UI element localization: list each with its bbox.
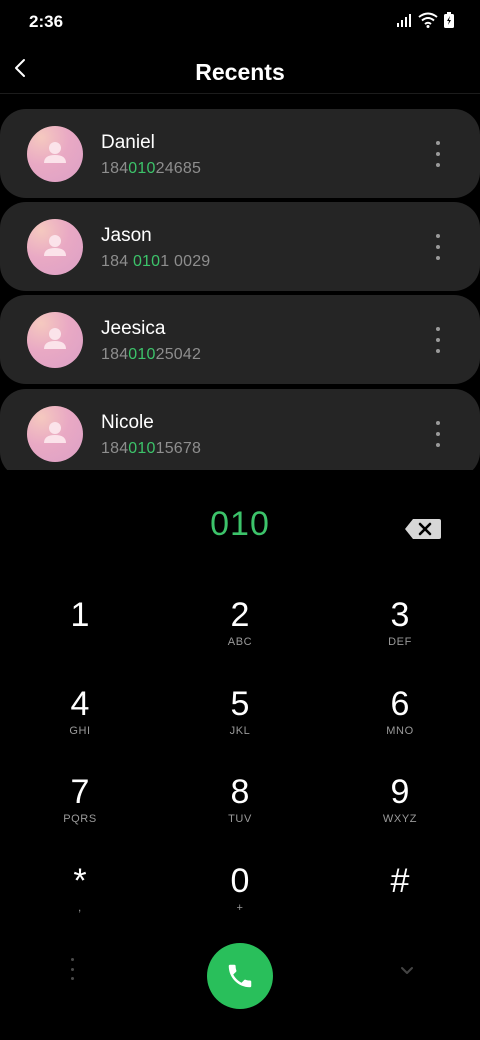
backspace-icon: [405, 519, 441, 539]
key-hash[interactable]: #: [340, 841, 460, 921]
key-1[interactable]: 1: [20, 575, 140, 655]
key-9[interactable]: 9 WXYZ: [340, 752, 460, 832]
chevron-down-icon: [401, 967, 413, 974]
contact-number: 18401025042: [101, 346, 202, 363]
key-8[interactable]: 8 TUV: [180, 752, 300, 832]
key-6[interactable]: 6 MNO: [340, 664, 460, 744]
more-options-button[interactable]: [62, 958, 82, 980]
person-icon: [44, 328, 66, 349]
signal-icon: [397, 14, 411, 27]
more-options-button[interactable]: [426, 141, 450, 167]
key-4[interactable]: 4 GHI: [20, 664, 140, 744]
key-7[interactable]: 7 PQRS: [20, 752, 140, 832]
more-vert-icon: [436, 327, 440, 331]
contact-name: Jason: [101, 225, 152, 246]
more-vert-icon: [70, 958, 74, 961]
contact-number: 184 0101 0029: [101, 253, 211, 270]
header: Recents: [0, 44, 480, 94]
contact-row[interactable]: Nicole 18401015678: [0, 389, 480, 470]
contact-name: Jeesica: [101, 318, 166, 339]
recents-list[interactable]: Daniel 18401024685 Jason 184 0101 0029 J…: [0, 109, 480, 470]
phone-icon: [228, 964, 252, 988]
avatar: [27, 312, 83, 368]
status-icons: [396, 12, 454, 28]
collapse-keypad-button[interactable]: [396, 962, 418, 978]
backspace-button[interactable]: [403, 517, 443, 541]
contact-name: Nicole: [101, 412, 154, 433]
more-vert-icon: [436, 421, 440, 425]
avatar: [27, 219, 83, 275]
status-bar: 2:36: [0, 0, 480, 44]
more-vert-icon: [436, 234, 440, 238]
key-star[interactable]: *,: [20, 841, 140, 921]
more-options-button[interactable]: [426, 421, 450, 447]
key-5[interactable]: 5 JKL: [180, 664, 300, 744]
key-0[interactable]: 0 +: [180, 841, 300, 921]
person-icon: [44, 235, 66, 256]
contact-number: 18401024685: [101, 160, 202, 177]
status-time: 2:36: [29, 12, 64, 31]
contact-name: Daniel: [101, 132, 155, 153]
more-options-button[interactable]: [426, 234, 450, 260]
more-vert-icon: [436, 141, 440, 145]
person-icon: [44, 142, 66, 163]
contact-row[interactable]: Jason 184 0101 0029: [0, 202, 480, 291]
avatar: [27, 406, 83, 462]
contact-row[interactable]: Jeesica 18401025042: [0, 295, 480, 384]
battery-icon: [444, 12, 454, 28]
page-title: Recents: [195, 59, 285, 85]
call-button[interactable]: [207, 943, 273, 1009]
wifi-icon: [418, 12, 438, 28]
avatar: [27, 126, 83, 182]
more-options-button[interactable]: [426, 327, 450, 353]
contact-number: 18401015678: [101, 440, 202, 457]
key-2[interactable]: 2 ABC: [180, 575, 300, 655]
person-icon: [44, 422, 66, 443]
bottom-bar: [0, 940, 480, 1010]
contact-row[interactable]: Daniel 18401024685: [0, 109, 480, 198]
key-3[interactable]: 3 DEF: [340, 575, 460, 655]
